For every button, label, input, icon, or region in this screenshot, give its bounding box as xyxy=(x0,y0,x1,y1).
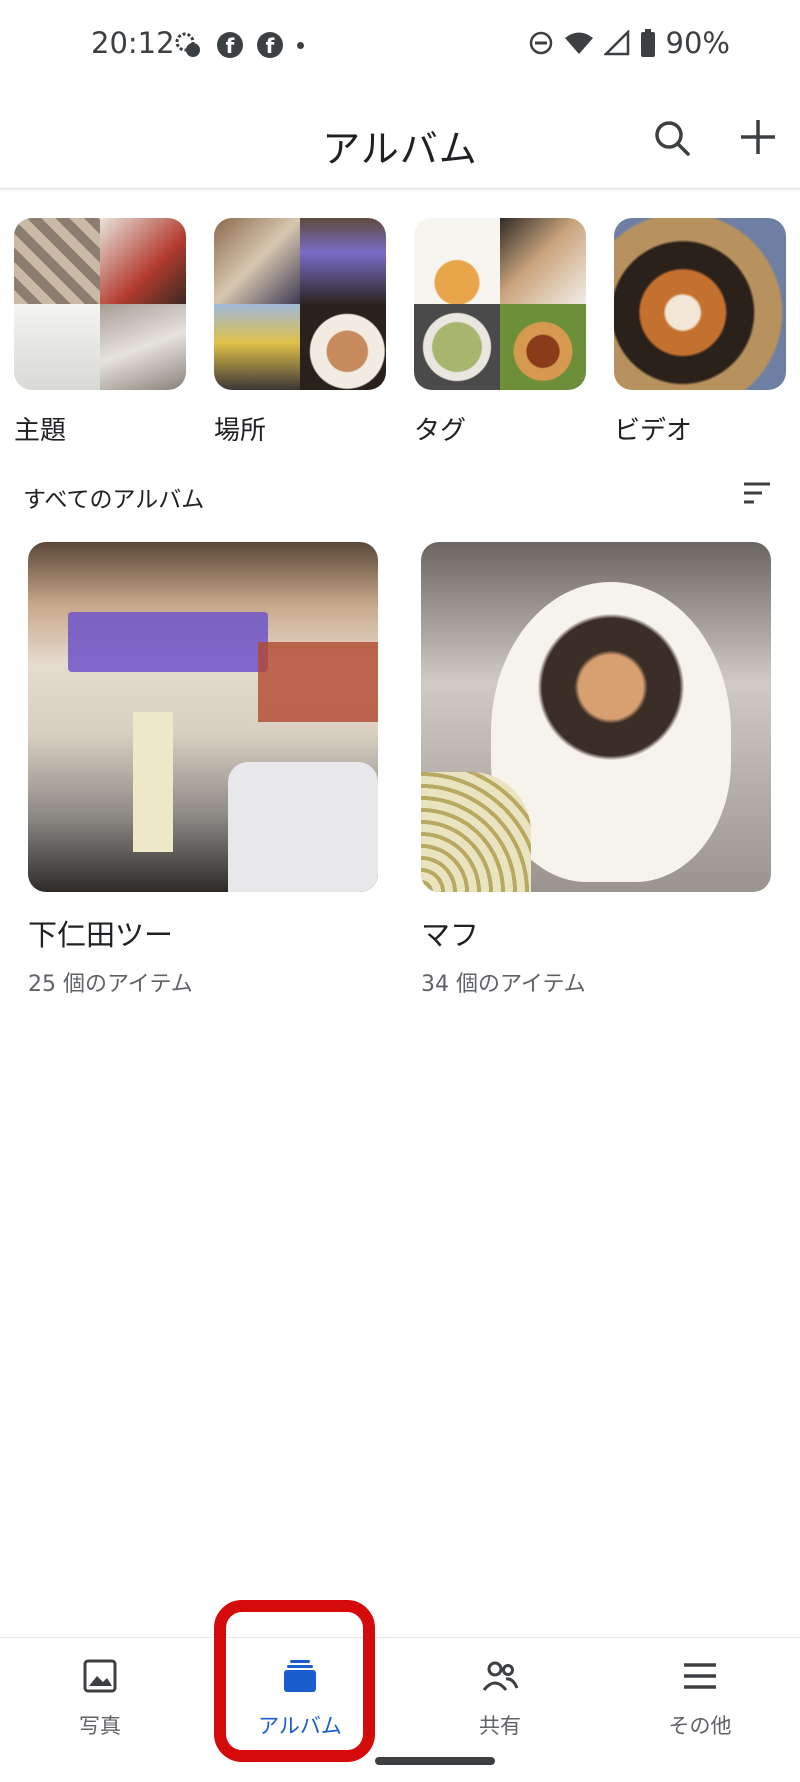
category-thumbnail xyxy=(214,218,386,390)
category-thumbnail xyxy=(14,218,186,390)
highlight-annotation xyxy=(214,1600,375,1762)
photo-icon xyxy=(83,1659,117,1693)
menu-icon xyxy=(684,1663,716,1689)
plus-icon[interactable] xyxy=(735,114,781,160)
category-tags[interactable]: タグ xyxy=(414,218,586,447)
notification-icons: f f xyxy=(173,30,304,60)
nav-sharing[interactable]: 共有 xyxy=(400,1656,600,1740)
facebook-icon: f xyxy=(257,32,283,58)
weather-icon xyxy=(175,32,200,57)
category-label: 主題 xyxy=(14,416,67,446)
people-icon xyxy=(482,1661,519,1691)
nav-label: その他 xyxy=(668,1714,732,1738)
category-thumbnail xyxy=(414,218,586,390)
app-header: アルバム xyxy=(0,92,800,189)
album-item-count: 25 個のアイテム xyxy=(28,972,193,997)
nav-label: 写真 xyxy=(79,1714,121,1738)
facebook-icon: f xyxy=(217,32,243,58)
all-albums-heading: すべてのアルバム xyxy=(23,487,205,513)
sort-icon[interactable] xyxy=(740,478,774,508)
album-item-count: 34 個のアイテム xyxy=(421,972,586,997)
album-card[interactable]: マフ 34 個のアイテム xyxy=(421,542,771,998)
search-icon[interactable] xyxy=(650,116,694,160)
album-cover xyxy=(421,542,771,892)
category-videos[interactable]: ビデオ xyxy=(614,218,786,447)
status-time: 20:12 xyxy=(91,26,175,60)
category-label: タグ xyxy=(414,416,467,446)
category-label: 場所 xyxy=(214,416,267,446)
battery-percent: 90% xyxy=(665,26,730,60)
dnd-icon xyxy=(529,31,552,55)
system-status: 90% xyxy=(528,26,730,60)
battery-icon xyxy=(640,29,655,57)
category-thumbnail xyxy=(614,218,786,390)
nav-more[interactable]: その他 xyxy=(600,1656,800,1740)
nav-photos[interactable]: 写真 xyxy=(0,1656,200,1740)
album-title: マフ xyxy=(421,918,480,952)
status-bar: 20:12 f f 90% xyxy=(0,0,800,92)
more-notifications-dot xyxy=(297,41,304,49)
album-card[interactable]: 下仁田ツー 25 個のアイテム xyxy=(28,542,378,998)
album-title: 下仁田ツー xyxy=(28,918,174,952)
category-subjects[interactable]: 主題 xyxy=(14,218,186,447)
wifi-icon xyxy=(564,32,593,54)
category-label: ビデオ xyxy=(614,416,693,446)
signal-icon xyxy=(603,30,629,56)
nav-label: 共有 xyxy=(479,1714,521,1738)
category-places[interactable]: 場所 xyxy=(214,218,386,447)
album-cover xyxy=(28,542,378,892)
gesture-handle[interactable] xyxy=(375,1757,495,1765)
